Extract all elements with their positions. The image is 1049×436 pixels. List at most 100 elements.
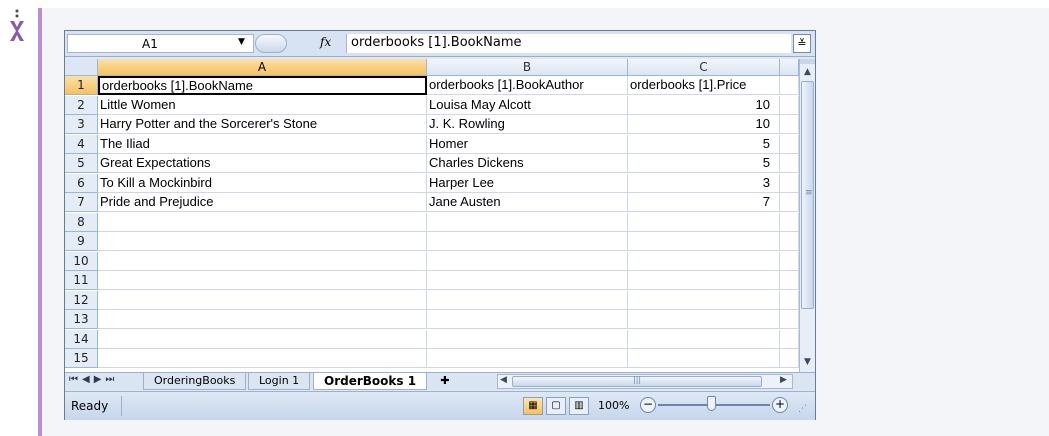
cell-a3[interactable]: Harry Potter and the Sorcerer's Stone — [98, 115, 427, 134]
formula-cancel-button[interactable] — [255, 34, 287, 53]
cell-c1[interactable]: orderbooks [1].Price — [628, 76, 780, 95]
cell-a10[interactable] — [98, 251, 427, 271]
cell-a4[interactable]: The Iliad — [98, 134, 427, 154]
row-header[interactable]: 2 — [65, 95, 98, 115]
row-header[interactable]: 5 — [65, 154, 98, 173]
cell-c8[interactable] — [628, 212, 780, 232]
cell-c6[interactable]: 3 — [628, 173, 780, 193]
cell-partial[interactable] — [780, 251, 799, 271]
cell-partial[interactable] — [780, 154, 799, 173]
cell-b11[interactable] — [427, 271, 628, 290]
cell-partial[interactable] — [780, 95, 799, 115]
select-all-button[interactable] — [65, 59, 98, 76]
column-header-c[interactable]: C — [628, 59, 780, 76]
vertical-scrollbar[interactable]: ▲ ≡ ▼ — [799, 59, 815, 372]
cell-b15[interactable] — [427, 349, 628, 368]
cell-c14[interactable] — [628, 329, 780, 349]
zoom-out-icon[interactable]: − — [640, 397, 656, 413]
scroll-right-icon[interactable]: ▶ — [780, 375, 787, 385]
cell-a8[interactable] — [98, 212, 427, 232]
zoom-level[interactable]: 100% — [598, 399, 629, 412]
row-header[interactable]: 15 — [65, 349, 98, 368]
horizontal-scroll-thumb[interactable]: ||| — [512, 375, 762, 387]
row-header[interactable]: 13 — [65, 310, 98, 329]
row-header[interactable]: 10 — [65, 251, 98, 271]
column-header-a[interactable]: A — [98, 59, 427, 76]
cell-partial[interactable] — [780, 76, 799, 95]
cell-a15[interactable] — [98, 349, 427, 368]
normal-view-icon[interactable]: ▦ — [523, 397, 543, 415]
formula-input[interactable]: orderbooks [1].BookName — [346, 34, 791, 53]
cell-b4[interactable]: Homer — [427, 134, 628, 154]
zoom-in-icon[interactable]: + — [772, 397, 788, 413]
insert-function-icon[interactable]: fx — [320, 35, 331, 49]
cell-b1[interactable]: orderbooks [1].BookAuthor — [427, 76, 628, 95]
cell-partial[interactable] — [780, 193, 799, 212]
cell-c13[interactable] — [628, 310, 780, 329]
cell-partial[interactable] — [780, 349, 799, 368]
cell-b12[interactable] — [427, 290, 628, 310]
sheet-tab-orderbooks-1[interactable]: OrderBooks 1 — [313, 373, 428, 390]
cell-b13[interactable] — [427, 310, 628, 329]
cell-a9[interactable] — [98, 232, 427, 251]
name-box[interactable]: A1 ▼ — [67, 34, 254, 53]
cell-b10[interactable] — [427, 251, 628, 271]
cell-partial[interactable] — [780, 173, 799, 193]
cell-c12[interactable] — [628, 290, 780, 310]
resize-grip-icon[interactable]: ⋰ — [798, 404, 807, 414]
cell-b3[interactable]: J. K. Rowling — [427, 115, 628, 134]
cell-partial[interactable] — [780, 232, 799, 251]
chevron-down-icon[interactable]: ▼ — [238, 37, 245, 47]
sheet-tab-orderingbooks[interactable]: OrderingBooks — [143, 373, 247, 390]
cell-b9[interactable] — [427, 232, 628, 251]
cell-c11[interactable] — [628, 271, 780, 290]
row-header[interactable]: 12 — [65, 290, 98, 310]
cell-a13[interactable] — [98, 310, 427, 329]
cell-partial[interactable] — [780, 115, 799, 134]
page-layout-view-icon[interactable]: ▢ — [546, 397, 566, 415]
cell-a6[interactable]: To Kill a Mockinbird — [98, 173, 427, 193]
split-handle[interactable] — [800, 59, 815, 64]
cell-c9[interactable] — [628, 232, 780, 251]
scroll-left-icon[interactable]: ◀ — [500, 375, 507, 385]
cell-a1[interactable]: orderbooks [1].BookName — [98, 76, 427, 95]
row-header[interactable]: 1 — [65, 76, 98, 95]
cell-b6[interactable]: Harper Lee — [427, 173, 628, 193]
row-header[interactable]: 4 — [65, 134, 98, 154]
cell-a11[interactable] — [98, 271, 427, 290]
cell-c15[interactable] — [628, 349, 780, 368]
zoom-slider-thumb[interactable] — [707, 396, 716, 411]
column-header-partial[interactable] — [780, 59, 799, 76]
cell-c7[interactable]: 7 — [628, 193, 780, 212]
cell-b8[interactable] — [427, 212, 628, 232]
cell-c5[interactable]: 5 — [628, 154, 780, 173]
row-header[interactable]: 3 — [65, 115, 98, 134]
cell-a12[interactable] — [98, 290, 427, 310]
scroll-down-icon[interactable]: ▼ — [800, 355, 815, 369]
cell-a7[interactable]: Pride and Prejudice — [98, 193, 427, 212]
sheet-tab-login-1[interactable]: Login 1 — [248, 373, 311, 390]
cell-partial[interactable] — [780, 134, 799, 154]
row-header[interactable]: 14 — [65, 329, 98, 349]
expand-formula-bar-button[interactable]: ≚ — [793, 34, 811, 53]
column-header-b[interactable]: B — [427, 59, 628, 76]
cell-partial[interactable] — [780, 310, 799, 329]
row-header[interactable]: 8 — [65, 212, 98, 232]
row-header[interactable]: 11 — [65, 271, 98, 290]
cell-b14[interactable] — [427, 329, 628, 349]
cell-partial[interactable] — [780, 290, 799, 310]
scroll-up-icon[interactable]: ▲ — [800, 65, 815, 79]
cell-c3[interactable]: 10 — [628, 115, 780, 134]
row-header[interactable]: 9 — [65, 232, 98, 251]
cell-partial[interactable] — [780, 329, 799, 349]
cell-a14[interactable] — [98, 329, 427, 349]
cell-b7[interactable]: Jane Austen — [427, 193, 628, 212]
sheet-nav-buttons[interactable]: ⏮◀▶⏭ — [69, 374, 118, 385]
cell-c2[interactable]: 10 — [628, 95, 780, 115]
cell-c10[interactable] — [628, 251, 780, 271]
cell-a5[interactable]: Great Expectations — [98, 154, 427, 173]
cell-c4[interactable]: 5 — [628, 134, 780, 154]
cell-a2[interactable]: Little Women — [98, 95, 427, 115]
cell-b5[interactable]: Charles Dickens — [427, 154, 628, 173]
cell-b2[interactable]: Louisa May Alcott — [427, 95, 628, 115]
